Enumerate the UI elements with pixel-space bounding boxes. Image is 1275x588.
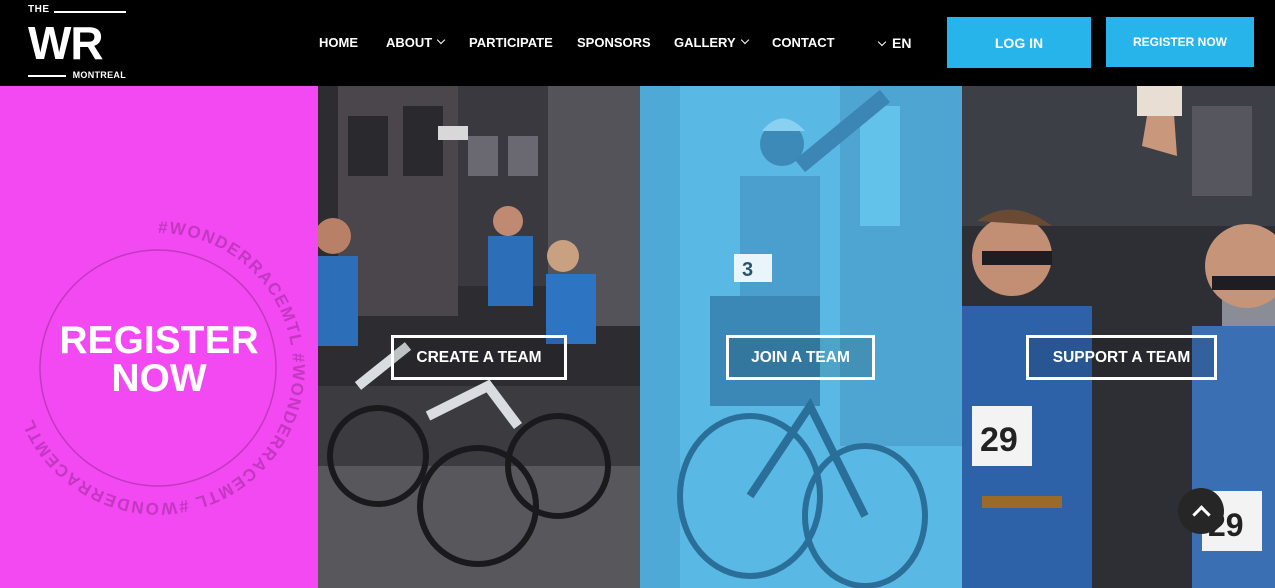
create-team-label: CREATE A TEAM	[416, 348, 542, 366]
logo-the: THE	[28, 4, 50, 15]
nav-gallery-label: GALLERY	[674, 35, 736, 50]
nav-about[interactable]: ABOUT	[386, 35, 446, 51]
logo-wordmark: WR	[28, 17, 104, 69]
nav-contact-label: CONTACT	[772, 35, 835, 50]
chevron-up-icon	[1191, 504, 1211, 524]
register-line-1: REGISTER	[59, 319, 259, 362]
chevron-down-icon	[740, 35, 749, 45]
nav-home[interactable]: HOME	[319, 35, 358, 51]
logo-top-rule	[54, 11, 126, 13]
chevron-down-icon	[877, 37, 887, 47]
login-label: LOG IN	[994, 34, 1044, 51]
create-team-panel: CREATE A TEAM	[318, 86, 640, 588]
site-logo[interactable]: THE WR MONTREAL	[28, 5, 126, 81]
logo-bottom-rule	[28, 75, 66, 77]
join-team-button[interactable]: JOIN A TEAM	[726, 335, 875, 380]
register-panel[interactable]: #WONDERRACEMTL #WONDERRACEMTL #WONDERRAC…	[0, 86, 318, 588]
login-button[interactable]: LOG IN	[947, 17, 1091, 68]
nav-participate[interactable]: PARTICIPATE	[469, 35, 553, 51]
nav-home-label: HOME	[319, 35, 358, 50]
language-switcher[interactable]: EN	[877, 35, 912, 51]
nav-participate-label: PARTICIPATE	[469, 35, 553, 50]
logo-city: MONTREAL	[72, 70, 126, 80]
support-team-label: SUPPORT A TEAM	[1052, 348, 1191, 366]
nav-about-label: ABOUT	[386, 35, 433, 50]
language-label: EN	[892, 35, 912, 51]
join-team-label: JOIN A TEAM	[751, 348, 850, 366]
bib-number-1: 3	[742, 259, 753, 281]
support-team-panel: 29 29 SUPPORT A TEAM	[962, 86, 1275, 588]
nav-gallery[interactable]: GALLERY	[674, 35, 749, 51]
bib-number-2: 29	[980, 421, 1018, 459]
nav-sponsors[interactable]: SPONSORS	[577, 35, 651, 51]
nav-contact[interactable]: CONTACT	[772, 35, 835, 51]
register-now-button[interactable]: REGISTER NOW	[1106, 17, 1254, 67]
register-line-2: NOW	[111, 357, 207, 400]
join-team-panel: 3 JOIN A TEAM	[640, 86, 962, 588]
site-header: THE WR MONTREAL HOME ABOUT PARTICIPATE S…	[0, 0, 1275, 86]
support-team-button[interactable]: SUPPORT A TEAM	[1026, 335, 1217, 380]
nav-sponsors-label: SPONSORS	[577, 35, 651, 50]
register-now-label: REGISTER NOW	[1132, 35, 1227, 49]
chevron-down-icon	[436, 35, 446, 45]
back-to-top-button[interactable]	[1178, 488, 1224, 534]
create-team-button[interactable]: CREATE A TEAM	[391, 335, 567, 380]
